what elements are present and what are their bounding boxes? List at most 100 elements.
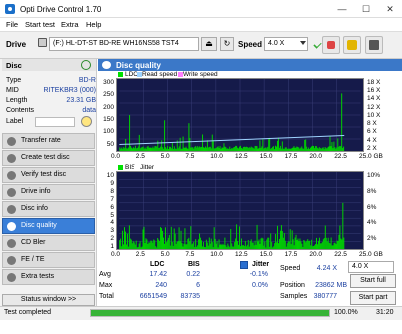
bis-bar: [257, 241, 259, 249]
ldc-bar: [222, 147, 224, 151]
ldc-bar: [285, 147, 287, 151]
bis-bar: [317, 240, 319, 249]
bis-bar: [268, 237, 270, 249]
ldc-bar: [131, 147, 132, 151]
bis-bar: [242, 245, 244, 249]
bis-bar: [276, 242, 278, 249]
bis-bar: [182, 246, 184, 249]
bis-bar: [308, 240, 310, 249]
ldc-bar: [340, 146, 342, 151]
copy-icon[interactable]: [343, 36, 361, 54]
nav-disc-quality[interactable]: Disc quality: [2, 218, 95, 234]
ldc-bar: [125, 139, 127, 151]
nav-create-test-disc[interactable]: Create test disc: [2, 150, 95, 166]
ldc-bar: [174, 148, 176, 151]
start-part-button[interactable]: Start part: [350, 291, 396, 305]
ldc-bar: [320, 148, 322, 151]
bis-bar: [221, 245, 223, 249]
menu-help[interactable]: Help: [86, 20, 101, 29]
ldc-x-tick: 17.5: [284, 153, 298, 160]
bis-bar: [124, 231, 126, 249]
chevron-down-icon: [300, 41, 306, 45]
erase-icon[interactable]: [322, 36, 340, 54]
bis-bar: [193, 241, 195, 249]
menu-extra[interactable]: Extra: [61, 20, 79, 29]
ldc-bar: [288, 148, 290, 151]
ldc-bar: [276, 140, 278, 151]
save-icon[interactable]: [365, 36, 383, 54]
nav-fe-te[interactable]: FE / TE: [2, 252, 95, 268]
bis-x-tick: 2.5: [135, 251, 145, 258]
maximize-button[interactable]: ☐: [354, 0, 378, 18]
ldc-bar: [179, 137, 181, 151]
bis-bar: [129, 238, 131, 249]
nav-label: Verify test disc: [21, 171, 67, 178]
nav-verify-test-disc[interactable]: Verify test disc: [2, 167, 95, 183]
disc-refresh-icon[interactable]: [81, 60, 91, 70]
nav-extra-tests[interactable]: Extra tests: [2, 269, 95, 285]
jitter-checkbox[interactable]: [240, 261, 248, 269]
ldc-bar: [280, 148, 282, 151]
quality-speed-select[interactable]: 4.0 X: [348, 261, 394, 273]
ldc-x-tick: 10.0: [210, 153, 223, 160]
bis-bar: [181, 243, 183, 249]
bis-bar: [246, 244, 248, 249]
ldc-x-tick: 25.0 GB: [359, 153, 383, 160]
bis-bar: [296, 240, 298, 249]
bis-bar: [278, 243, 279, 249]
panel-title: Disc quality: [98, 59, 402, 71]
disc-quality-header-icon: [102, 61, 111, 69]
ldc-bar: [275, 145, 276, 151]
ldc-bar: [172, 149, 174, 151]
ldc-bar: [195, 146, 197, 151]
bis-bar: [326, 241, 328, 249]
ldc-bar: [313, 148, 315, 151]
drive-select[interactable]: (F:) HL-DT-ST BD-RE WH16NS58 TST4: [49, 37, 199, 51]
bis-bar: [254, 240, 256, 249]
bis-bar: [243, 246, 245, 249]
refresh-icon[interactable]: ↻: [220, 37, 234, 51]
status-window-button[interactable]: Status window >>: [2, 294, 95, 306]
ldc-bar: [160, 146, 162, 151]
nav-transfer-rate[interactable]: Transfer rate: [2, 133, 95, 149]
ldc-bar: [235, 145, 237, 151]
bis-bar: [224, 237, 226, 249]
bis-bar: [163, 237, 164, 249]
ldc-bar: [218, 147, 220, 151]
ldc-bar: [273, 146, 275, 151]
menu-file[interactable]: File: [6, 20, 18, 29]
bis-bar: [171, 241, 173, 249]
bis-bar: [310, 245, 312, 249]
start-full-button[interactable]: Start full: [350, 274, 396, 288]
ldc-bar: [321, 147, 323, 151]
ldc-bar: [171, 143, 173, 151]
ldc-bar: [236, 145, 238, 151]
bis-bar: [313, 246, 315, 249]
disc-label-field[interactable]: [35, 117, 75, 127]
close-button[interactable]: ✕: [378, 0, 402, 18]
ldc-bar: [202, 134, 204, 151]
ldc-bar: [201, 146, 203, 151]
bis-y2-tick: 8%: [367, 187, 377, 195]
bis-bar: [320, 243, 322, 249]
bis-bar: [311, 239, 313, 249]
eject-icon[interactable]: ⏏: [201, 37, 217, 51]
nav-label: Extra tests: [21, 273, 55, 280]
nav-drive-info[interactable]: Drive info: [2, 184, 95, 200]
nav-cd-bler[interactable]: CD Bler: [2, 235, 95, 251]
bis-y-tick: 4: [110, 219, 114, 227]
ldc-bar: [129, 115, 131, 151]
ldc-bar: [204, 147, 205, 151]
menu-start-test[interactable]: Start test: [25, 20, 55, 29]
bis-bar: [156, 247, 158, 249]
ldc-bar: [269, 137, 271, 151]
ldc-bar: [310, 147, 312, 151]
bis-bar: [179, 241, 181, 249]
label-edit-icon[interactable]: [81, 116, 92, 127]
nav-disc-info[interactable]: Disc info: [2, 201, 95, 217]
minimize-button[interactable]: —: [330, 0, 354, 18]
ldc-bar: [331, 142, 333, 151]
bis-bar: [163, 243, 165, 249]
bis-bar: [283, 232, 285, 249]
ldc-bar: [219, 146, 221, 151]
